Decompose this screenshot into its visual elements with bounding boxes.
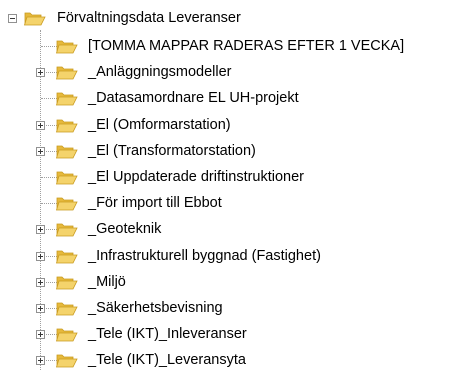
tree-node[interactable]: _Infrastrukturell byggnad (Fastighet) — [0, 243, 452, 269]
tree-node-label: _El Uppdaterade driftinstruktioner — [88, 169, 305, 185]
collapse-icon[interactable] — [8, 14, 17, 23]
folder-icon — [55, 63, 78, 80]
folder-icon — [55, 351, 78, 368]
tree-node-label: _El (Omformarstation) — [88, 117, 231, 133]
tree-node[interactable]: _El (Transformatorstation) — [0, 138, 452, 164]
expand-icon[interactable] — [36, 252, 45, 261]
tree-node-label: _Miljö — [88, 274, 126, 290]
folder-icon — [55, 273, 78, 290]
tree-node-label: _Tele (IKT)_Inleveranser — [88, 326, 247, 342]
folder-icon — [23, 9, 46, 26]
expand-icon[interactable] — [36, 225, 45, 234]
expand-icon[interactable] — [36, 121, 45, 130]
tree-node-label: _Säkerhetsbevisning — [88, 300, 223, 316]
tree-connector-branch — [41, 46, 57, 48]
expand-icon[interactable] — [36, 330, 45, 339]
expand-icon[interactable] — [36, 356, 45, 365]
folder-icon — [55, 89, 78, 106]
folder-icon — [55, 142, 78, 159]
folder-icon — [55, 194, 78, 211]
tree-node-label: [TOMMA MAPPAR RADERAS EFTER 1 VECKA] — [88, 38, 405, 54]
expand-icon[interactable] — [36, 147, 45, 156]
folder-icon — [55, 168, 78, 185]
folder-icon — [55, 37, 78, 54]
tree-node-root[interactable]: Förvaltningsdata Leveranser — [0, 5, 452, 31]
tree-node-label: _El (Transformatorstation) — [88, 143, 256, 159]
tree-connector-branch — [41, 98, 57, 100]
tree-node[interactable]: _El (Omformarstation) — [0, 112, 452, 138]
folder-icon — [55, 247, 78, 264]
folder-icon — [55, 325, 78, 342]
expand-icon[interactable] — [36, 68, 45, 77]
tree-node[interactable]: [TOMMA MAPPAR RADERAS EFTER 1 VECKA] — [0, 33, 452, 59]
tree-node[interactable]: _El Uppdaterade driftinstruktioner — [0, 164, 452, 190]
tree-node-label: _Infrastrukturell byggnad (Fastighet) — [88, 248, 321, 264]
tree-node-label: _För import till Ebbot — [88, 195, 222, 211]
tree-node[interactable]: _Datasamordnare EL UH-projekt — [0, 85, 452, 111]
tree-node[interactable]: _Geoteknik — [0, 216, 452, 242]
folder-tree: Förvaltningsdata Leveranser [TOMMA MAPPA… — [0, 0, 452, 383]
tree-node-label: _Datasamordnare EL UH-projekt — [88, 90, 299, 106]
tree-node[interactable]: _Tele (IKT)_Leveransyta — [0, 347, 452, 373]
expand-icon[interactable] — [36, 304, 45, 313]
tree-node[interactable]: _Säkerhetsbevisning — [0, 295, 452, 321]
tree-node-label: _Anläggningsmodeller — [88, 64, 232, 80]
tree-connector-branch — [41, 203, 57, 205]
tree-node[interactable]: _Anläggningsmodeller — [0, 59, 452, 85]
folder-icon — [55, 220, 78, 237]
tree-node-label: Förvaltningsdata Leveranser — [57, 10, 241, 26]
tree-connector-branch — [41, 177, 57, 179]
tree-node[interactable]: _Tele (IKT)_Inleveranser — [0, 321, 452, 347]
tree-node[interactable]: _Miljö — [0, 269, 452, 295]
tree-node-label: _Geoteknik — [88, 221, 162, 237]
folder-icon — [55, 116, 78, 133]
tree-node[interactable]: _För import till Ebbot — [0, 190, 452, 216]
tree-node-label: _Tele (IKT)_Leveransyta — [88, 352, 246, 368]
expand-icon[interactable] — [36, 278, 45, 287]
folder-icon — [55, 299, 78, 316]
